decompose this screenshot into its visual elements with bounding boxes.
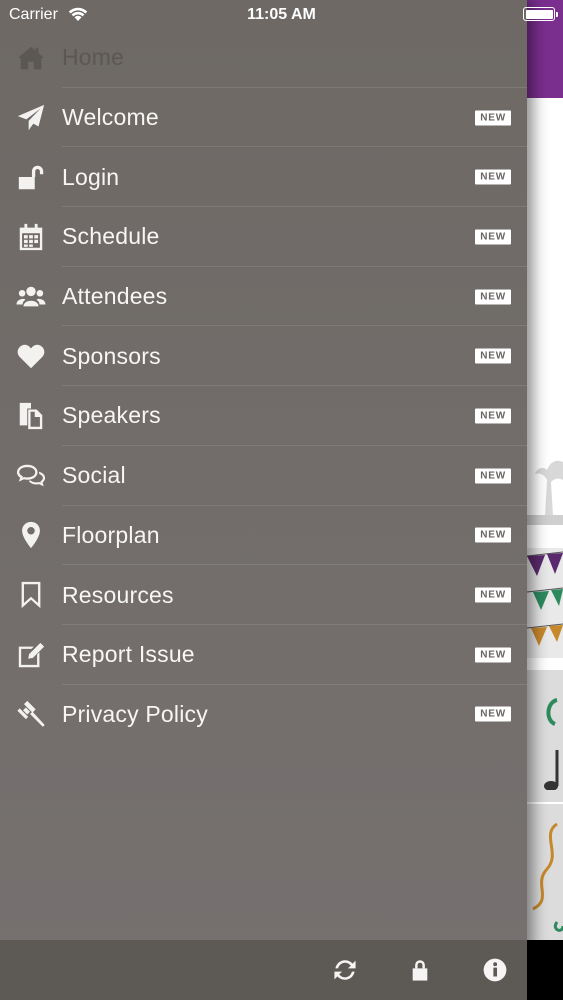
palm-silhouette (535, 460, 563, 516)
unlock-icon (14, 161, 47, 194)
home-icon (14, 41, 47, 74)
new-badge: NEW (475, 169, 511, 185)
bookmark-icon (14, 579, 47, 612)
calendar-icon (14, 220, 47, 253)
paper-plane-icon (14, 101, 47, 134)
lock-icon[interactable] (405, 955, 435, 985)
menu-item-floorplan[interactable]: Floorplan NEW (0, 506, 527, 566)
menu-item-sponsors[interactable]: Sponsors NEW (0, 326, 527, 386)
menu-item-schedule[interactable]: Schedule NEW (0, 207, 527, 267)
bottom-bar (527, 940, 563, 1000)
menu-item-login[interactable]: Login NEW (0, 147, 527, 207)
menu-item-label: Login (62, 163, 120, 190)
new-badge: NEW (475, 647, 511, 663)
gavel-icon (14, 698, 47, 731)
menu-item-label: Resources (62, 581, 174, 608)
battery-icon (523, 7, 558, 21)
music-note-graphic (544, 698, 559, 790)
divider-band (527, 515, 563, 525)
menu-item-label: Privacy Policy (62, 700, 208, 727)
new-badge: NEW (475, 587, 511, 603)
drawer-toolbar (0, 940, 527, 1000)
menu-item-label: Floorplan (62, 521, 160, 548)
side-drawer: Home Welcome NEW Login NEW Schedule NEW (0, 0, 527, 1000)
bunting-banner (527, 548, 563, 658)
users-icon (14, 280, 47, 313)
menu-item-label: Welcome (62, 104, 159, 131)
new-badge: NEW (475, 229, 511, 245)
status-bar: Carrier 11:05 AM (0, 0, 563, 30)
new-badge: NEW (475, 527, 511, 543)
new-badge: NEW (475, 468, 511, 484)
menu-item-label: Social (62, 462, 126, 489)
new-badge: NEW (475, 110, 511, 126)
new-badge: NEW (475, 408, 511, 424)
menu-item-social[interactable]: Social NEW (0, 446, 527, 506)
menu-item-speakers[interactable]: Speakers NEW (0, 386, 527, 446)
menu-item-label: Home (62, 44, 125, 71)
menu-item-home[interactable]: Home (0, 28, 527, 88)
menu-item-label: Attendees (62, 283, 168, 310)
content-card[interactable] (527, 802, 563, 942)
main-content-peek[interactable] (527, 0, 563, 1000)
swirl-graphic (532, 822, 563, 932)
menu-item-attendees[interactable]: Attendees NEW (0, 267, 527, 327)
menu-item-resources[interactable]: Resources NEW (0, 565, 527, 625)
menu-item-label: Speakers (62, 402, 161, 429)
new-badge: NEW (475, 348, 511, 364)
menu-item-label: Sponsors (62, 342, 161, 369)
menu-item-privacy-policy[interactable]: Privacy Policy NEW (0, 685, 527, 745)
menu-item-welcome[interactable]: Welcome NEW (0, 88, 527, 148)
new-badge: NEW (475, 706, 511, 722)
refresh-icon[interactable] (330, 955, 360, 985)
edit-icon (14, 638, 47, 671)
chat-bubbles-icon (14, 459, 47, 492)
map-pin-icon (14, 519, 47, 552)
new-badge: NEW (475, 289, 511, 305)
menu-item-label: Report Issue (62, 641, 195, 668)
drawer-menu: Home Welcome NEW Login NEW Schedule NEW (0, 28, 527, 744)
files-icon (14, 399, 47, 432)
menu-item-report-issue[interactable]: Report Issue NEW (0, 625, 527, 685)
content-card[interactable] (527, 668, 563, 802)
clock: 11:05 AM (247, 6, 316, 23)
menu-item-label: Schedule (62, 223, 160, 250)
heart-icon (14, 340, 47, 373)
info-icon[interactable] (480, 955, 510, 985)
